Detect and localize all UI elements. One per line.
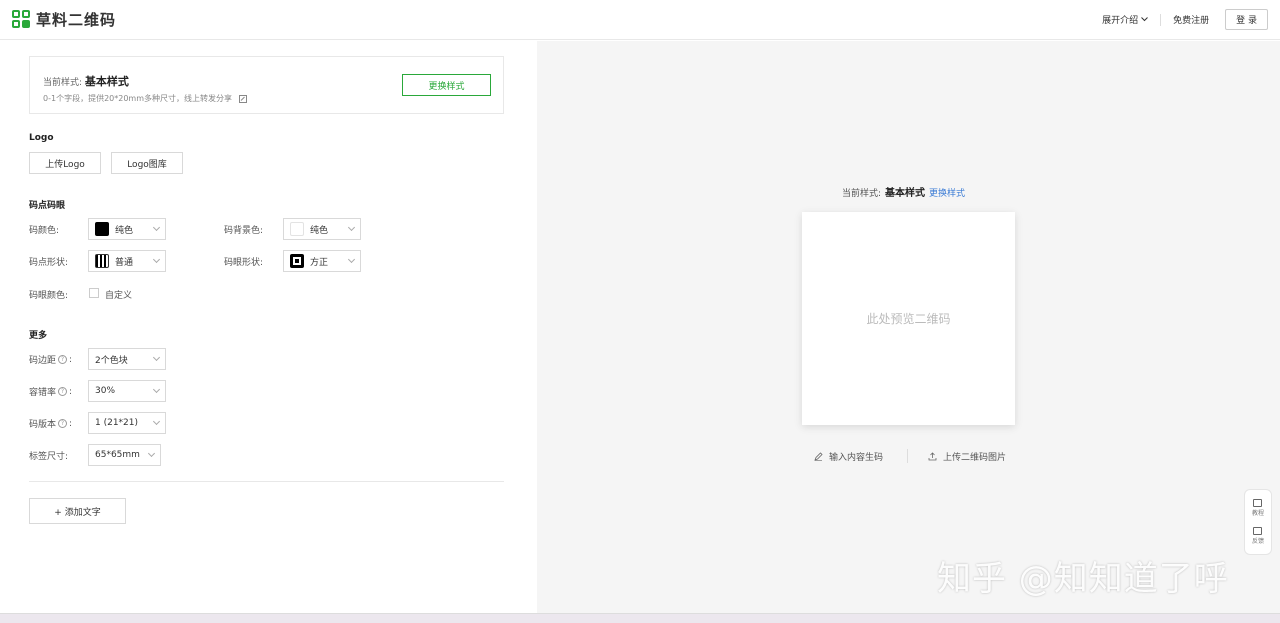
logo-section-title: Logo xyxy=(29,133,54,143)
eye-color-label: 码眼颜色: xyxy=(29,291,69,301)
label-size-label: 标签尺寸: xyxy=(29,452,69,462)
bottom-bar xyxy=(0,613,1280,623)
floating-help-bar: 教程 反馈 xyxy=(1244,489,1272,555)
login-button[interactable]: 登 录 xyxy=(1225,9,1268,30)
watermark-text: 知乎 @知知道了呼 xyxy=(937,559,1229,599)
input-content-action[interactable]: 输入内容生码 xyxy=(814,450,883,463)
error-rate-label: 容错率 ? : xyxy=(29,385,73,399)
nav-features-dropdown[interactable]: 展开介绍 xyxy=(1090,10,1160,30)
version-value: 1 (21*21) xyxy=(95,418,139,428)
feedback-label: 反馈 xyxy=(1251,538,1264,545)
chevron-down-icon xyxy=(1141,17,1148,22)
current-style-name: 基本样式 xyxy=(84,75,129,88)
more-section-title: 更多 xyxy=(29,331,48,341)
edit-note-icon[interactable] xyxy=(238,94,247,103)
dot-pattern-icon xyxy=(95,254,109,268)
qr-preview-box: 此处预览二维码 xyxy=(802,212,1015,425)
action-divider xyxy=(907,449,908,463)
error-label-colon: : xyxy=(69,386,73,397)
current-style-card: 当前样式: 基本样式 0-1个字段，提供20*20mm多种尺寸，线上转发分享 更… xyxy=(29,56,504,114)
chevron-down-icon xyxy=(147,449,156,458)
chevron-down-icon xyxy=(152,223,161,232)
eye-shape-label: 码眼形状: xyxy=(224,258,264,268)
margin-label-colon: : xyxy=(69,354,73,365)
dot-shape-value: 普通 xyxy=(115,257,134,268)
preview-style-header: 当前样式: 基本样式 更换样式 xyxy=(842,184,965,199)
logo-gallery-button[interactable]: Logo图库 xyxy=(111,152,183,174)
chevron-down-icon xyxy=(152,255,161,264)
chevron-down-icon xyxy=(347,223,356,232)
style-desc-text: 0-1个字段，提供20*20mm多种尺寸，线上转发分享 xyxy=(43,94,233,103)
qr-preview-placeholder: 此处预览二维码 xyxy=(866,312,951,326)
chevron-down-icon xyxy=(152,385,161,394)
error-rate-select[interactable]: 30% xyxy=(88,380,166,402)
margin-select[interactable]: 2个色块 xyxy=(88,348,166,370)
bg-color-swatch xyxy=(290,222,304,236)
dot-color-swatch xyxy=(95,222,109,236)
help-icon[interactable]: ? xyxy=(58,355,68,364)
version-label: 码版本 ? : xyxy=(29,417,73,431)
current-style-label: 当前样式: xyxy=(43,78,83,88)
label-size-select[interactable]: 65*65mm xyxy=(88,444,161,466)
eye-shape-value: 方正 xyxy=(310,257,329,268)
eye-color-custom-checkbox[interactable] xyxy=(89,288,99,298)
register-label: 免费注册 xyxy=(1173,16,1210,26)
top-nav: 展开介绍 免费注册 登 录 xyxy=(1090,9,1268,30)
help-icon[interactable]: ? xyxy=(58,419,68,428)
top-header: 草料二维码 展开介绍 免费注册 登 录 xyxy=(0,0,1280,40)
chevron-down-icon xyxy=(152,353,161,362)
input-content-label: 输入内容生码 xyxy=(829,453,884,463)
version-label-colon: : xyxy=(69,418,73,429)
dot-shape-select[interactable]: 普通 xyxy=(88,250,166,272)
upload-logo-button[interactable]: 上传Logo xyxy=(29,152,101,174)
upload-qr-image-label: 上传二维码图片 xyxy=(943,453,1007,463)
brand-name: 草料二维码 xyxy=(36,11,117,29)
feedback-button[interactable]: 反馈 xyxy=(1252,527,1264,545)
eye-shape-select[interactable]: 方正 xyxy=(283,250,361,272)
version-label-text: 码版本 xyxy=(29,420,57,430)
tutorial-icon xyxy=(1253,499,1263,507)
login-label: 登 录 xyxy=(1236,16,1257,26)
margin-value: 2个色块 xyxy=(95,355,128,366)
error-label-text: 容错率 xyxy=(29,388,57,398)
current-style-line: 当前样式: 基本样式 xyxy=(43,73,129,89)
upload-icon xyxy=(928,452,937,461)
dot-color-label: 码颜色: xyxy=(29,226,60,236)
eye-color-custom-label[interactable]: 自定义 xyxy=(105,288,132,301)
bg-color-label: 码背景色: xyxy=(224,226,264,236)
margin-label-text: 码边距 xyxy=(29,356,57,366)
preview-change-style-link[interactable]: 更换样式 xyxy=(929,186,965,199)
bg-color-value: 纯色 xyxy=(310,225,329,236)
bg-color-select[interactable]: 纯色 xyxy=(283,218,361,240)
tutorial-label: 教程 xyxy=(1251,510,1264,517)
qr-eye-square-icon xyxy=(290,254,304,268)
version-select[interactable]: 1 (21*21) xyxy=(88,412,166,434)
nav-features-label: 展开介绍 xyxy=(1102,16,1139,26)
dots-section-title: 码点码眼 xyxy=(29,201,66,211)
preview-style-label: 当前样式: xyxy=(842,189,882,199)
section-divider xyxy=(29,481,504,482)
change-style-button[interactable]: 更换样式 xyxy=(402,74,491,96)
label-size-value: 65*65mm xyxy=(95,450,140,460)
chevron-down-icon xyxy=(152,417,161,426)
margin-label: 码边距 ? : xyxy=(29,353,73,367)
preview-style-name: 基本样式 xyxy=(885,188,926,199)
dot-shape-label: 码点形状: xyxy=(29,258,69,268)
dot-color-select[interactable]: 纯色 xyxy=(88,218,166,240)
preview-panel: 当前样式: 基本样式 更换样式 此处预览二维码 输入内容生码 上传二维码图片 教… xyxy=(537,41,1280,613)
chat-icon xyxy=(1253,527,1263,535)
tutorial-button[interactable]: 教程 xyxy=(1252,499,1264,517)
settings-panel: 当前样式: 基本样式 0-1个字段，提供20*20mm多种尺寸，线上转发分享 更… xyxy=(0,41,537,613)
chevron-down-icon xyxy=(347,255,356,264)
upload-qr-image-action[interactable]: 上传二维码图片 xyxy=(928,450,1006,463)
help-icon[interactable]: ? xyxy=(58,387,68,396)
error-rate-value: 30% xyxy=(95,386,116,396)
brand-logo[interactable]: 草料二维码 xyxy=(12,9,116,30)
add-text-button[interactable]: + 添加文字 xyxy=(29,498,126,524)
register-link[interactable]: 免费注册 xyxy=(1161,10,1221,30)
style-description: 0-1个字段，提供20*20mm多种尺寸，线上转发分享 xyxy=(43,93,247,104)
dot-color-value: 纯色 xyxy=(115,225,134,236)
qr-logo-icon xyxy=(12,9,32,30)
pen-icon xyxy=(814,452,823,461)
